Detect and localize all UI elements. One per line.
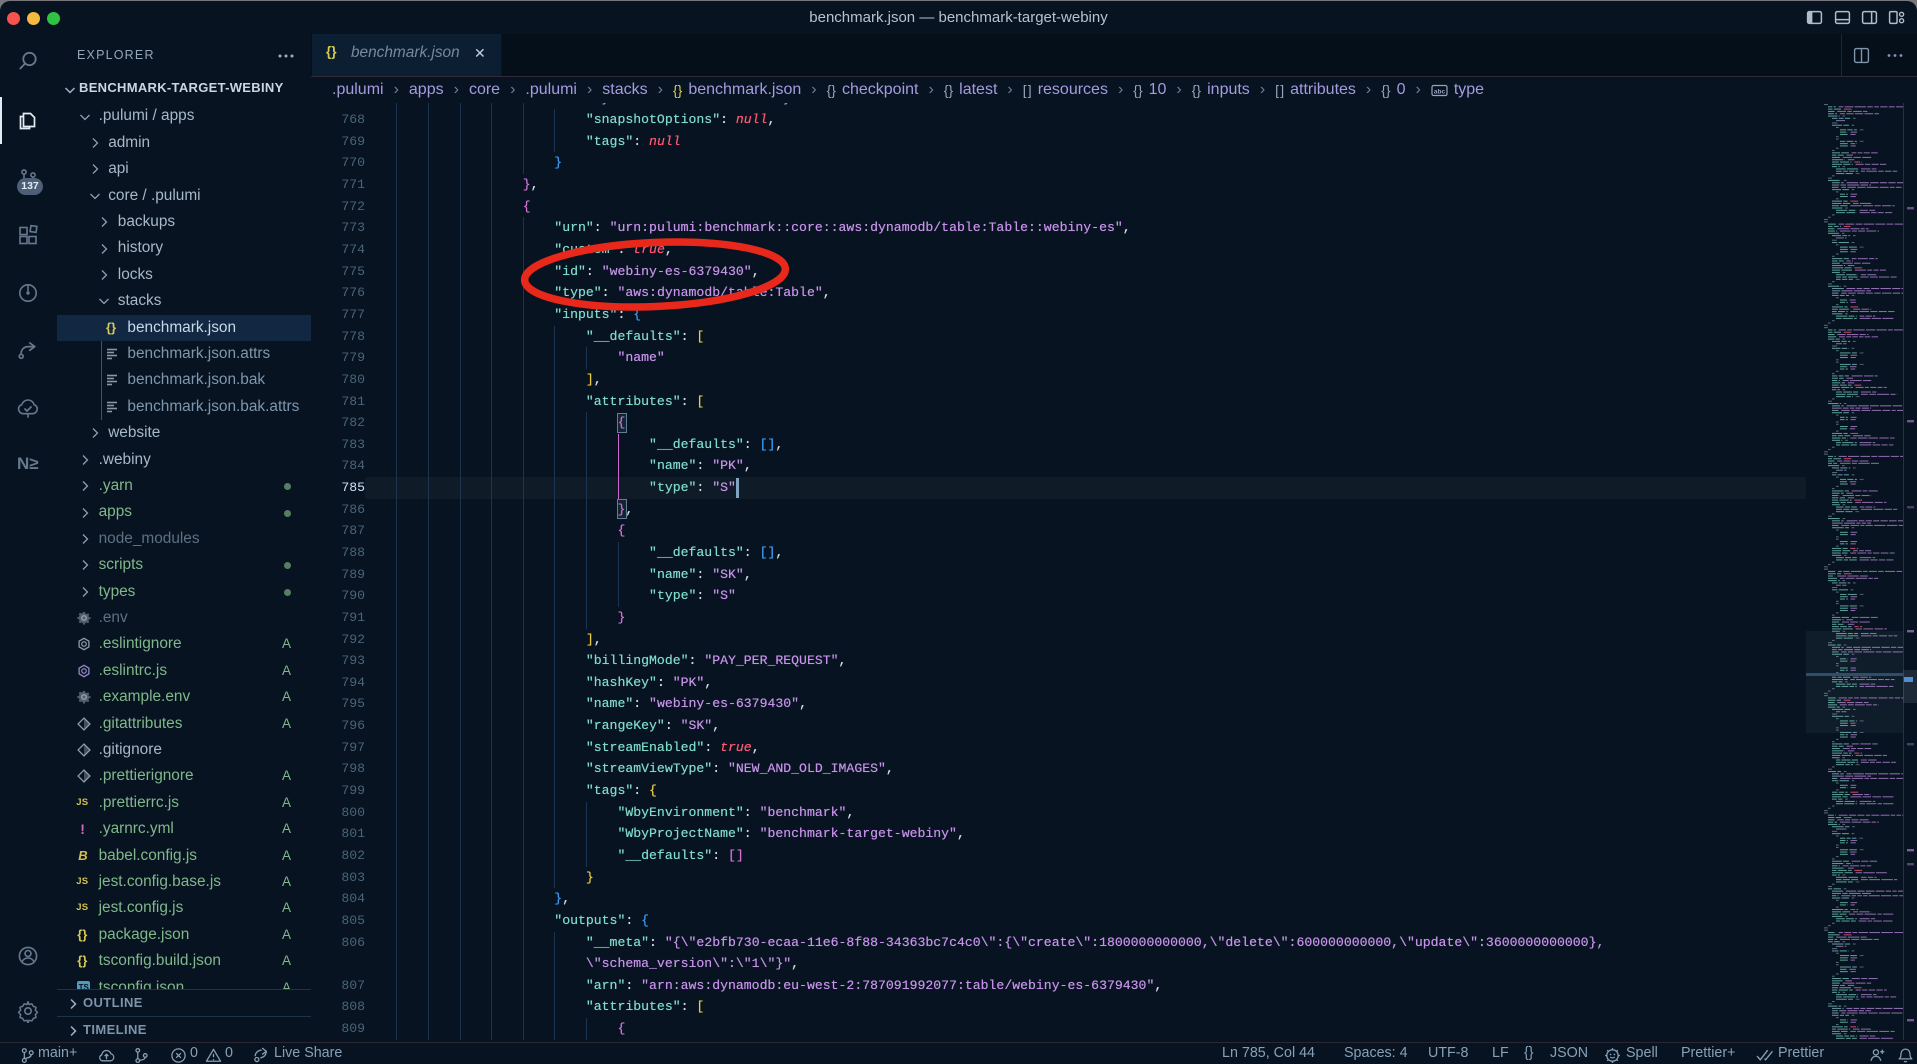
svg-text:abc: abc [1434, 88, 1446, 95]
